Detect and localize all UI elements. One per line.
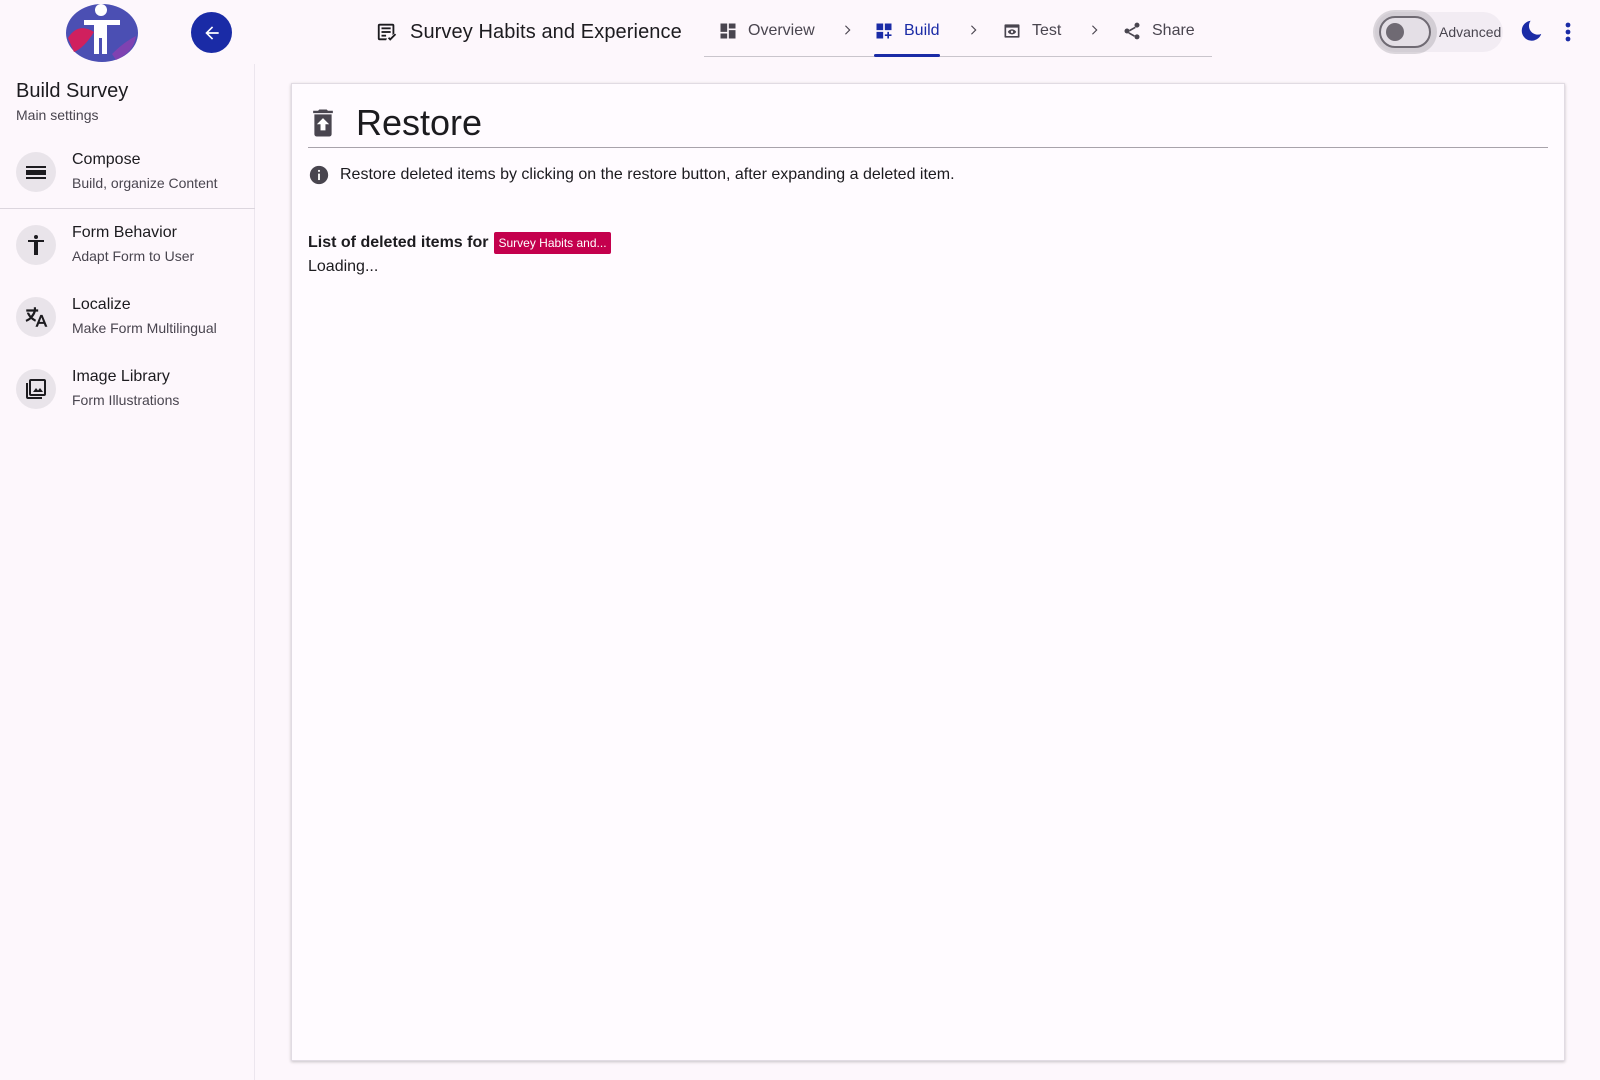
chevron-right-icon: [971, 25, 977, 35]
chevron-right-icon: [845, 25, 851, 35]
survey-title-text: Survey Habits and Experience: [410, 20, 682, 43]
sidebar-item-localize[interactable]: Localize Make Form Multilingual: [0, 284, 255, 350]
sidebar-item-title: Form Behavior: [72, 224, 177, 241]
deleted-items-label-row: List of deleted items for Survey Habits …: [308, 232, 611, 254]
accessibility-icon: [16, 225, 56, 265]
sidebar-item-subtitle: Adapt Form to User: [72, 248, 195, 264]
info-icon: [309, 165, 329, 185]
sidebar-item-subtitle: Form Illustrations: [72, 392, 180, 408]
restore-card: Restore Restore deleted items by clickin…: [291, 83, 1565, 1061]
sidebar-divider: [0, 208, 255, 209]
sidebar-item-image-library[interactable]: Image Library Form Illustrations: [0, 356, 255, 422]
sidebar-header: Build Survey Main settings: [16, 80, 128, 123]
arrow-back-icon: [204, 25, 219, 40]
sidebar-item-form-behavior[interactable]: Form Behavior Adapt Form to User: [0, 212, 255, 278]
dashboard-icon: [720, 23, 736, 39]
step-build[interactable]: Build: [874, 12, 940, 57]
loading-text: Loading...: [308, 258, 379, 275]
step-overview[interactable]: Overview: [718, 12, 815, 50]
info-message: Restore deleted items by clicking on the…: [308, 164, 955, 186]
preview-icon: [1004, 24, 1020, 38]
sidebar-subtitle: Main settings: [16, 107, 99, 123]
dark-mode-icon[interactable]: [1515, 17, 1545, 47]
share-icon: [1124, 22, 1140, 40]
app-logo-icon[interactable]: [64, 2, 140, 62]
photo-library-icon: [16, 369, 56, 409]
step-build-label: Build: [904, 22, 940, 39]
page-title: Restore: [356, 101, 483, 143]
top-app-bar: Survey Habits and Experience Overview Bu…: [0, 0, 1600, 64]
sidebar-title: Build Survey: [16, 80, 129, 102]
sidebar-item-title: Compose: [72, 151, 141, 168]
sidebar-item-title: Localize: [72, 296, 131, 313]
advanced-switch[interactable]: [1379, 16, 1431, 48]
step-test[interactable]: Test: [1002, 12, 1061, 50]
sidebar-item-subtitle: Make Form Multilingual: [72, 320, 217, 336]
more-vert-icon[interactable]: [1558, 17, 1578, 47]
workflow-steps: Overview Build Test Share: [704, 10, 1212, 57]
sidebar-item-title: Image Library: [72, 368, 170, 385]
survey-title: Survey Habits and Experience: [376, 14, 682, 50]
advanced-label: Advanced: [1439, 24, 1502, 40]
step-share-label: Share: [1152, 22, 1195, 39]
step-share[interactable]: Share: [1122, 12, 1195, 50]
step-overview-label: Overview: [748, 22, 815, 39]
sidebar-item-compose[interactable]: Compose Build, organize Content: [0, 139, 255, 205]
deleted-items-label: List of deleted items for: [308, 234, 489, 251]
survey-name-chip: Survey Habits and...: [494, 232, 611, 254]
translate-icon: [16, 297, 56, 337]
sidebar: Build Survey Main settings Compose Build…: [0, 64, 255, 1080]
info-text: Restore deleted items by clicking on the…: [340, 166, 955, 183]
survey-form-icon: [377, 23, 397, 41]
back-button[interactable]: [191, 12, 232, 53]
advanced-toggle[interactable]: Advanced: [1375, 12, 1503, 52]
sidebar-item-subtitle: Build, organize Content: [72, 175, 218, 191]
chevron-right-icon: [1092, 25, 1098, 35]
restore-header: Restore: [308, 98, 1548, 148]
restore-from-trash-icon: [313, 108, 333, 137]
dashboard-add-icon: [876, 23, 892, 39]
step-test-label: Test: [1032, 22, 1062, 39]
view-agenda-icon: [16, 152, 56, 192]
